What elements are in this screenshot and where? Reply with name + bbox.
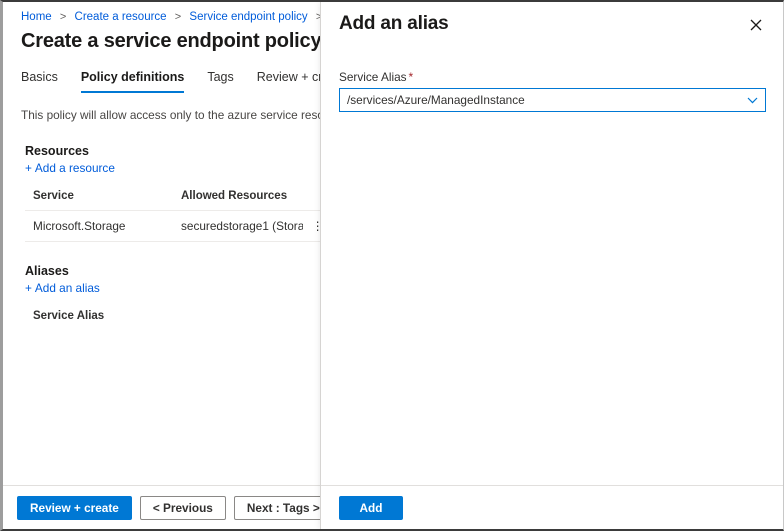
required-asterisk: * bbox=[408, 70, 414, 84]
column-header-service: Service bbox=[25, 187, 173, 211]
breadcrumb-item-home[interactable]: Home bbox=[21, 11, 52, 23]
tab-policy-definitions[interactable]: Policy definitions bbox=[80, 70, 185, 93]
breadcrumb-item-create-a-resource[interactable]: Create a resource bbox=[75, 11, 167, 23]
add-button[interactable]: Add bbox=[339, 495, 403, 520]
portal-window: Home > Create a resource > Service endpo… bbox=[0, 0, 784, 531]
vertical-ellipsis-icon: ⋮ bbox=[311, 220, 320, 232]
column-header-service-alias: Service Alias bbox=[33, 310, 105, 322]
tab-tags[interactable]: Tags bbox=[207, 70, 233, 93]
panel-header: Add an alias bbox=[321, 2, 783, 37]
aliases-section: Aliases + Add an alias Service Alias bbox=[3, 242, 320, 330]
chevron-down-icon bbox=[739, 97, 765, 104]
add-an-alias-label: Add an alias bbox=[34, 281, 100, 295]
resources-section: Resources + Add a resource Service Allowe… bbox=[3, 122, 320, 242]
row-context-menu-icon[interactable]: ⋮ bbox=[303, 210, 320, 242]
table-row[interactable]: Microsoft.Storage securedstorage1 (Stora… bbox=[25, 210, 320, 242]
breadcrumb-item-service-endpoint-policy[interactable]: Service endpoint policy bbox=[189, 11, 307, 23]
table-header-row: Service Alias bbox=[25, 307, 320, 330]
tab-basics[interactable]: Basics bbox=[21, 70, 58, 93]
service-alias-selected-value: /services/Azure/ManagedInstance bbox=[347, 93, 525, 107]
review-create-button[interactable]: Review + create bbox=[17, 495, 132, 520]
next-tags-button[interactable]: Next : Tags > bbox=[233, 495, 320, 520]
add-an-alias-panel: Add an alias Service Alias * /services/Az… bbox=[320, 2, 783, 529]
tab-review-create[interactable]: Review + create bbox=[257, 70, 320, 93]
plus-icon: + bbox=[25, 281, 32, 295]
add-an-alias-link[interactable]: + Add an alias bbox=[25, 281, 100, 295]
page-title-row: Create a service endpoint policy ⋯ bbox=[3, 23, 320, 54]
cell-allowed-resources: securedstorage1 (Storage a... bbox=[173, 210, 303, 242]
breadcrumb-separator: > bbox=[174, 11, 182, 23]
resources-table: Service Allowed Resources Microsoft.Stor… bbox=[25, 187, 320, 242]
create-service-endpoint-policy-blade: Home > Create a resource > Service endpo… bbox=[3, 2, 320, 529]
service-alias-label: Service Alias * bbox=[339, 70, 766, 84]
service-alias-dropdown[interactable]: /services/Azure/ManagedInstance bbox=[339, 88, 766, 112]
panel-title: Add an alias bbox=[339, 13, 449, 34]
plus-icon: + bbox=[25, 161, 32, 175]
cell-service: Microsoft.Storage bbox=[25, 210, 173, 242]
resources-heading: Resources bbox=[25, 144, 89, 158]
aliases-heading: Aliases bbox=[25, 264, 69, 278]
breadcrumb-separator: > bbox=[59, 11, 67, 23]
policy-description: This policy will allow access only to th… bbox=[21, 108, 320, 122]
close-icon[interactable] bbox=[744, 13, 768, 37]
wizard-tabs: Basics Policy definitions Tags Review + … bbox=[3, 54, 320, 93]
blade-footer: Review + create < Previous Next : Tags >… bbox=[3, 485, 320, 529]
panel-footer: Add bbox=[321, 485, 783, 529]
service-alias-field-group: Service Alias * /services/Azure/ManagedIn… bbox=[321, 37, 783, 112]
column-header-allowed-resources: Allowed Resources bbox=[173, 187, 303, 211]
add-a-resource-label: Add a resource bbox=[34, 161, 115, 175]
previous-button[interactable]: < Previous bbox=[139, 495, 226, 520]
breadcrumb: Home > Create a resource > Service endpo… bbox=[3, 2, 320, 23]
aliases-table: Service Alias bbox=[25, 307, 320, 330]
column-header-actions bbox=[303, 187, 320, 211]
service-alias-label-text: Service Alias bbox=[339, 70, 407, 84]
page-title: Create a service endpoint policy bbox=[21, 30, 320, 52]
add-a-resource-link[interactable]: + Add a resource bbox=[25, 161, 115, 175]
blade-content: Home > Create a resource > Service endpo… bbox=[3, 2, 320, 485]
table-header-row: Service Allowed Resources bbox=[25, 187, 320, 211]
